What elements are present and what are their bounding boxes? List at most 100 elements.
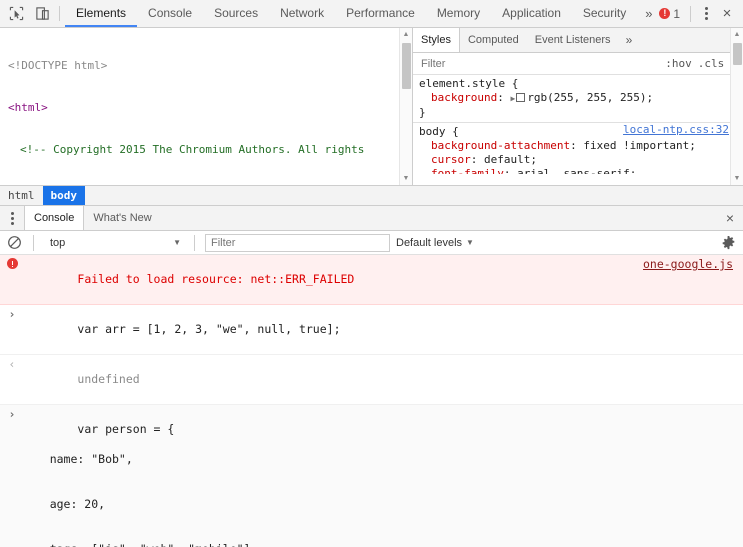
styles-scroll-thumb[interactable]	[732, 43, 742, 65]
log-levels-select[interactable]: Default levels ▼	[396, 237, 474, 249]
tab-styles-label: Styles	[421, 34, 451, 46]
elements-scrollbar[interactable]: ▲ ▼	[399, 28, 412, 185]
breadcrumb: html body	[0, 186, 743, 206]
dom-tree[interactable]: <!DOCTYPE html> <html> <!-- Copyright 20…	[0, 28, 400, 185]
declaration-background[interactable]: background: ▶ rgb(255, 255, 255);	[419, 91, 731, 106]
console-input-arr-text: var arr = [1, 2, 3, "we", null, true];	[77, 322, 341, 336]
toolbar-divider	[59, 6, 60, 21]
tab-event-listeners-label: Event Listeners	[534, 34, 611, 46]
tab-security-label: Security	[582, 5, 627, 20]
console-toolbar: top ▼ Default levels ▼	[0, 231, 743, 255]
declaration-background-attachment[interactable]: background-attachment: fixed !important;	[419, 139, 731, 153]
drawer-tabs: Console What's New ×	[0, 206, 743, 231]
dom-line-comment-1[interactable]: <!-- Copyright 2015 The Chromium Authors…	[0, 143, 400, 157]
declaration-cursor[interactable]: cursor: default;	[419, 153, 731, 167]
rule-body-source-link[interactable]: local-ntp.css:32	[623, 123, 729, 137]
breadcrumb-item-body[interactable]: body	[42, 186, 85, 205]
dom-line-html[interactable]: <html>	[0, 101, 400, 115]
console-error-source-link[interactable]: one-google.js	[643, 257, 733, 272]
tab-elements-label: Elements	[76, 5, 127, 20]
drawer-tab-console[interactable]: Console	[24, 206, 85, 230]
rule-element-style[interactable]: element.style { background: ▶ rgb(255, 25…	[413, 77, 743, 120]
drawer-tab-whats-new-label: What's New	[93, 212, 152, 224]
console-input-arr[interactable]: › var arr = [1, 2, 3, "we", null, true];	[0, 305, 743, 355]
tab-sources[interactable]: Sources	[203, 0, 269, 27]
styles-panel: Styles Computed Event Listeners » :hov .…	[413, 28, 743, 185]
dom-line-doctype[interactable]: <!DOCTYPE html>	[0, 59, 400, 73]
gear-icon[interactable]	[719, 234, 737, 252]
tab-console-label: Console	[148, 5, 193, 20]
breadcrumb-item-html-label: html	[8, 189, 35, 202]
console-person-line-4-text: tags: ["js", "web", "mobile"],	[22, 542, 258, 547]
console-messages[interactable]: Failed to load resource: net::ERR_FAILED…	[0, 255, 743, 547]
kebab-menu-icon[interactable]	[697, 4, 715, 24]
console-input-person[interactable]: › var person = { name: "Bob", age: 20, ta…	[0, 405, 743, 547]
console-result-undefined-1[interactable]: ‹ undefined	[0, 355, 743, 405]
tab-performance[interactable]: Performance	[335, 0, 426, 27]
tab-application[interactable]: Application	[491, 0, 572, 27]
styles-scroll-up-icon[interactable]: ▲	[731, 28, 743, 41]
declaration-font-family-value[interactable]: arial, sans-serif;	[517, 167, 636, 174]
elements-scroll-thumb[interactable]	[401, 43, 411, 89]
inspect-cursor-icon[interactable]	[6, 4, 26, 24]
drawer-close-icon[interactable]: ×	[717, 206, 743, 230]
comment-text-1: <!-- Copyright 2015 The Chromium Authors…	[20, 143, 365, 156]
console-person-line-3: age: 20,	[22, 497, 735, 512]
error-count-label: 1	[673, 6, 680, 21]
declaration-background-attachment-property[interactable]: background-attachment	[419, 139, 570, 152]
expand-shorthand-icon[interactable]: ▶	[510, 94, 515, 103]
declaration-cursor-property[interactable]: cursor	[419, 153, 471, 166]
close-icon[interactable]: ×	[717, 4, 737, 24]
rule-body-selector: body {	[419, 125, 459, 138]
more-tabs-icon[interactable]: »	[637, 0, 655, 27]
rule-body[interactable]: body { local-ntp.css:32 background-attac…	[413, 122, 743, 174]
cls-toggle-button[interactable]: .cls	[698, 57, 725, 70]
tab-event-listeners[interactable]: Event Listeners	[527, 28, 619, 52]
tab-security[interactable]: Security	[572, 0, 637, 27]
tab-computed[interactable]: Computed	[460, 28, 527, 52]
tab-network[interactable]: Network	[269, 0, 335, 27]
tab-styles[interactable]: Styles	[413, 28, 460, 52]
breadcrumb-item-html[interactable]: html	[0, 186, 43, 205]
chevron-down-icon: ▼	[173, 238, 181, 247]
styles-scrollbar[interactable]: ▲ ▼	[730, 28, 743, 185]
styles-more-tabs-icon[interactable]: »	[619, 28, 640, 52]
devtools-window: Elements Console Sources Network Perform…	[0, 0, 743, 547]
device-toolbar-icon[interactable]	[32, 4, 52, 24]
color-swatch-icon[interactable]	[516, 93, 526, 102]
styles-rules-list[interactable]: element.style { background: ▶ rgb(255, 25…	[413, 75, 743, 185]
rule-element-style-selector-line: element.style {	[419, 77, 731, 91]
tab-performance-label: Performance	[346, 5, 415, 20]
tab-console[interactable]: Console	[137, 0, 203, 27]
styles-scroll-track[interactable]	[731, 41, 743, 172]
drawer-menu-icon[interactable]	[0, 206, 24, 230]
declaration-background-value[interactable]: rgb(255, 255, 255);	[527, 91, 653, 104]
drawer-tab-whats-new[interactable]: What's New	[84, 206, 160, 230]
elements-panel[interactable]: <!DOCTYPE html> <html> <!-- Copyright 20…	[0, 28, 413, 185]
styles-scroll-down-icon[interactable]: ▼	[731, 172, 743, 185]
console-message-error[interactable]: Failed to load resource: net::ERR_FAILED…	[0, 255, 743, 305]
declaration-background-property[interactable]: background	[419, 91, 497, 104]
declaration-background-attachment-value[interactable]: fixed !important;	[583, 139, 696, 152]
rule-element-style-close: }	[419, 106, 731, 120]
console-filter-input[interactable]	[205, 233, 390, 252]
hov-toggle-button[interactable]: :hov	[665, 57, 692, 70]
scroll-down-icon[interactable]: ▼	[400, 172, 413, 185]
console-error-text: Failed to load resource: net::ERR_FAILED	[77, 272, 355, 286]
console-person-line-1: var person = {	[77, 422, 175, 436]
close-icon-glyph: ×	[722, 5, 732, 22]
declaration-font-family[interactable]: font-family: arial, sans-serif;	[419, 167, 731, 174]
tab-elements[interactable]: Elements	[65, 0, 138, 27]
console-person-line-2-text: name: "Bob",	[22, 452, 133, 466]
declaration-font-family-property[interactable]: font-family	[419, 167, 504, 174]
styles-filter-input[interactable]	[419, 56, 660, 71]
clear-console-icon[interactable]	[6, 234, 23, 251]
scroll-up-icon[interactable]: ▲	[400, 28, 413, 41]
console-toolbar-divider-2	[194, 234, 195, 251]
error-count-badge[interactable]: ! 1	[655, 7, 684, 21]
rule-element-style-selector: element.style {	[419, 77, 519, 90]
elements-scroll-track[interactable]	[400, 41, 413, 172]
declaration-cursor-value[interactable]: default;	[484, 153, 537, 166]
tab-memory[interactable]: Memory	[426, 0, 491, 27]
execution-context-select[interactable]: top ▼	[44, 234, 184, 252]
